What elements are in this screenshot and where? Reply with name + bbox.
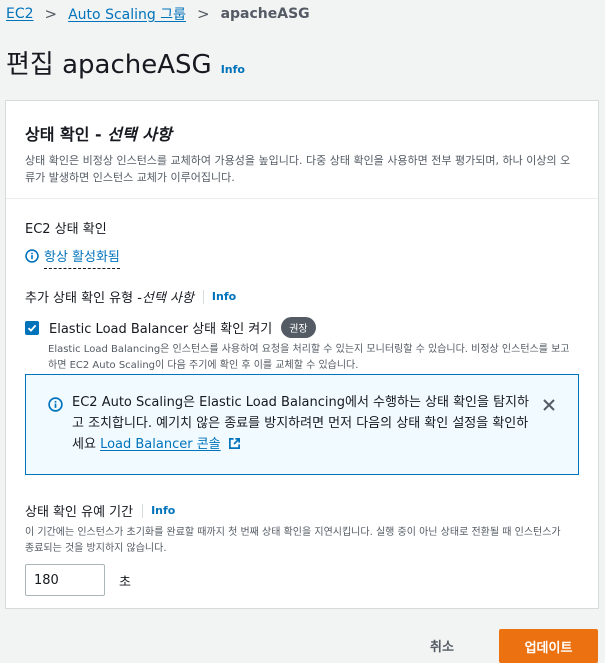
- panel-description: 상태 확인은 비정상 인스턴스를 교체하여 가용성을 높입니다. 다중 상태 확…: [25, 154, 571, 184]
- close-icon[interactable]: [542, 397, 556, 416]
- elb-health-check-description: Elastic Load Balancing은 인스턴스를 사용하여 요청을 처…: [48, 344, 570, 371]
- grace-period-input[interactable]: [25, 564, 105, 596]
- alert-message: EC2 Auto Scaling은 Elastic Load Balancing…: [72, 395, 529, 452]
- page-header: 편집 apacheASG Info: [6, 44, 245, 81]
- breadcrumb-auto-scaling-groups[interactable]: Auto Scaling 그룹: [68, 4, 186, 24]
- load-balancer-console-link[interactable]: Load Balancer 콘솔: [100, 437, 221, 452]
- breadcrumb-separator: >: [44, 5, 58, 23]
- info-circle-icon: [25, 248, 39, 267]
- cancel-button[interactable]: 취소: [430, 636, 454, 655]
- additional-checks-label: 추가 상태 확인 유형 - 선택 사항 Info: [25, 289, 237, 306]
- page-info-link[interactable]: Info: [221, 63, 245, 76]
- grace-period-info-link[interactable]: Info: [151, 504, 175, 517]
- grace-period-section: 상태 확인 유예 기간 Info 이 기간에는 인스턴스가 초기화를 완료할 때…: [25, 501, 570, 596]
- breadcrumb-ec2[interactable]: EC2: [6, 6, 34, 22]
- check-icon: [27, 324, 37, 332]
- grace-period-input-row: 초: [25, 564, 570, 596]
- recommended-badge: 권장: [281, 317, 316, 338]
- ec2-health-check-label: EC2 상태 확인: [25, 222, 107, 237]
- divider: [142, 503, 144, 518]
- elb-health-check-label[interactable]: Elastic Load Balancer 상태 확인 켜기: [49, 318, 272, 337]
- info-alert: EC2 Auto Scaling은 Elastic Load Balancing…: [25, 374, 579, 475]
- ec2-health-check-section: EC2 상태 확인 항상 활성화됨: [25, 218, 120, 269]
- grace-period-label: 상태 확인 유예 기간: [25, 505, 134, 520]
- always-enabled-text: 항상 활성화됨: [44, 246, 120, 269]
- external-link-icon: [228, 438, 240, 449]
- page-title: 편집 apacheASG: [6, 50, 212, 80]
- grace-period-label-row: 상태 확인 유예 기간 Info: [25, 501, 570, 520]
- panel-title: 상태 확인 - 선택 사항: [25, 125, 172, 144]
- info-circle-icon: [48, 397, 63, 416]
- breadcrumb-current: apacheASG: [220, 6, 310, 22]
- breadcrumb: EC2 > Auto Scaling 그룹 > apacheASG: [6, 4, 310, 24]
- elb-health-check-option: Elastic Load Balancer 상태 확인 켜기 권장: [25, 317, 578, 338]
- panel-header: 상태 확인 - 선택 사항 상태 확인은 비정상 인스턴스를 교체하여 가용성을…: [6, 101, 598, 199]
- ec2-health-check-status[interactable]: 항상 활성화됨: [25, 246, 120, 269]
- health-check-panel: 상태 확인 - 선택 사항 상태 확인은 비정상 인스턴스를 교체하여 가용성을…: [5, 100, 599, 609]
- additional-checks-info-link[interactable]: Info: [212, 290, 236, 303]
- breadcrumb-separator: >: [196, 5, 210, 23]
- additional-health-checks-section: 추가 상태 확인 유형 - 선택 사항 Info Elastic Load Ba…: [25, 287, 578, 374]
- elb-health-check-checkbox[interactable]: [25, 320, 39, 335]
- update-button[interactable]: 업데이트: [499, 629, 598, 663]
- grace-period-description: 이 기간에는 인스턴스가 초기화를 완료할 때까지 첫 번째 상태 확인을 지연…: [25, 527, 561, 554]
- grace-period-unit: 초: [119, 574, 131, 590]
- divider: [202, 289, 204, 304]
